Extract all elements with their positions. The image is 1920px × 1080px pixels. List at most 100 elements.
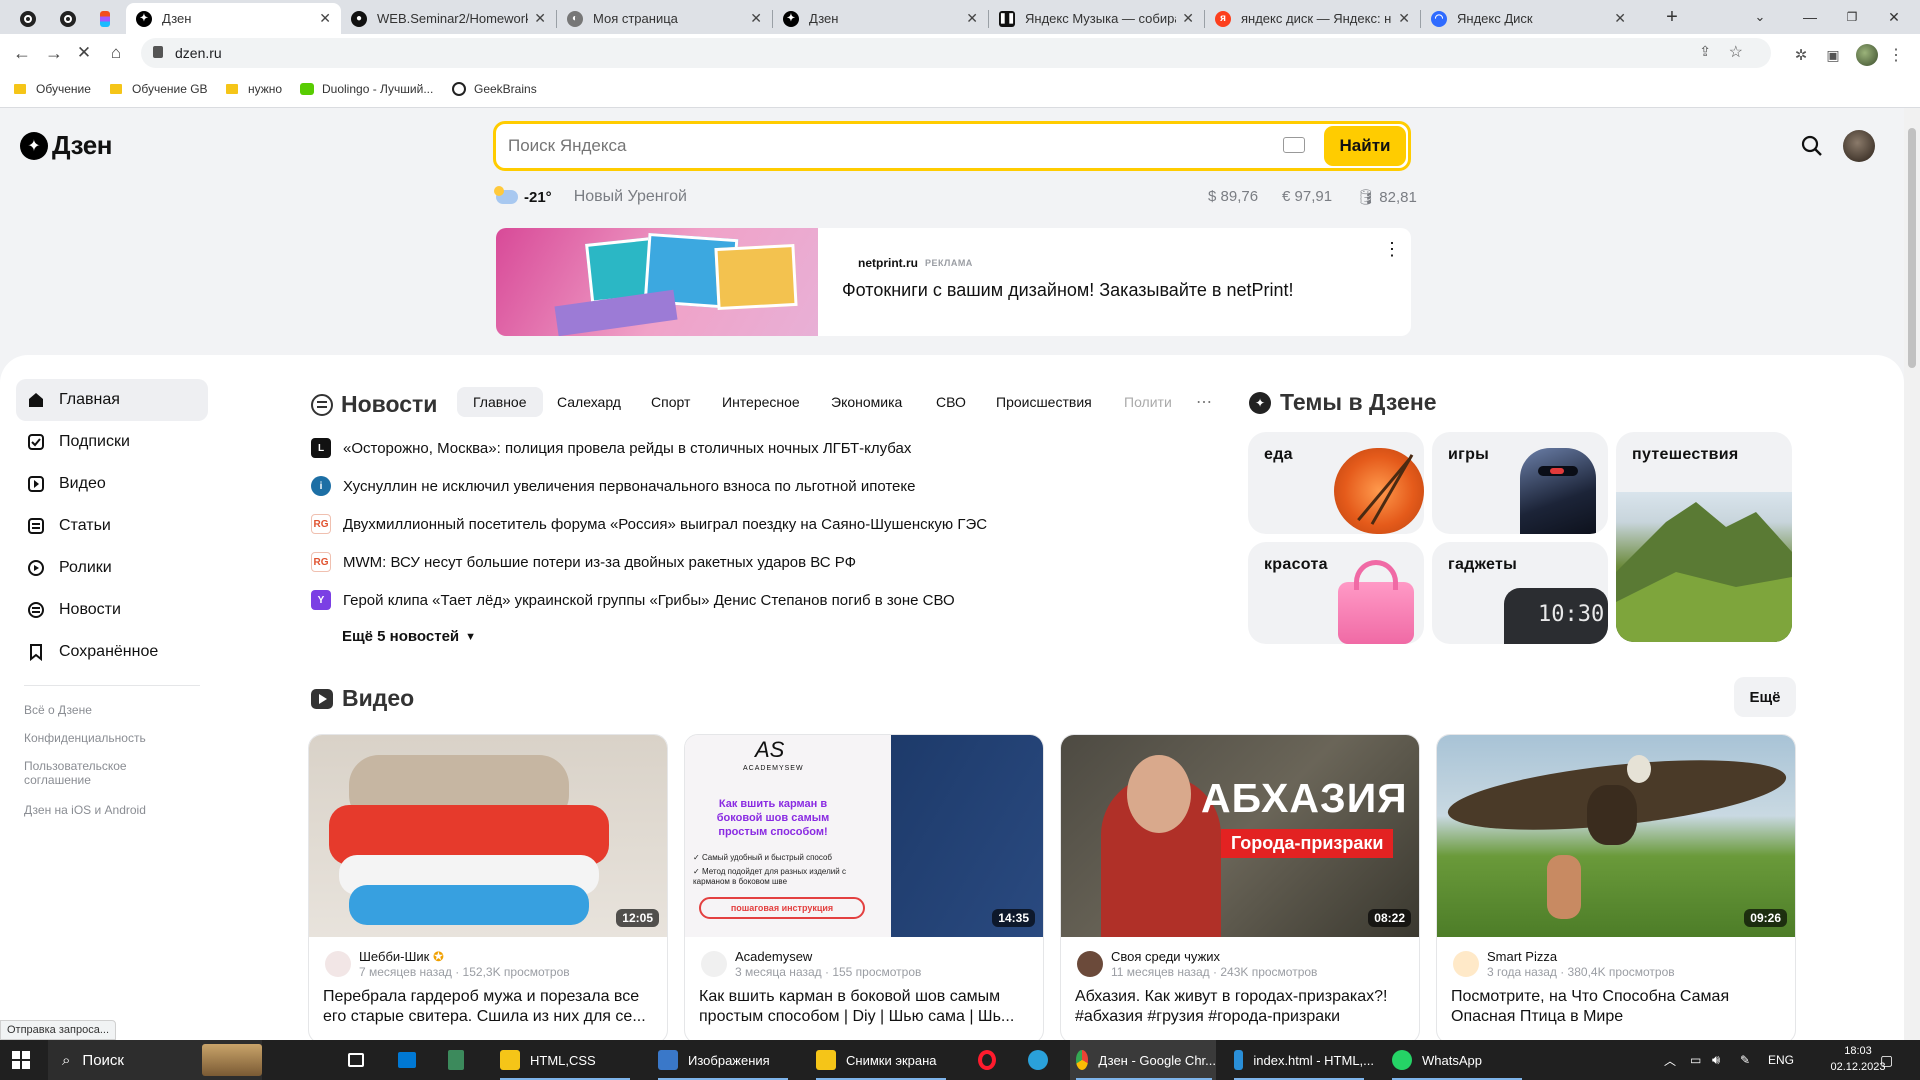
browser-tab-active[interactable]: ✦ Дзен ✕ xyxy=(126,3,341,34)
profile-avatar[interactable] xyxy=(1856,44,1878,66)
taskbar-app-images[interactable]: Изображения xyxy=(652,1040,798,1080)
topic-card-games[interactable]: игры xyxy=(1432,432,1608,534)
bookmark-item[interactable]: Duolingo - Лучший... xyxy=(300,82,433,96)
video-card[interactable]: 12:05 Шебби-Шик ✪ 7 месяцев назад · 152,… xyxy=(308,734,668,1044)
scrollbar-thumb[interactable] xyxy=(1908,128,1916,368)
browser-menu-icon[interactable]: ⋮ xyxy=(1886,44,1906,66)
back-arrow-icon[interactable]: ← xyxy=(10,42,34,64)
search-icon[interactable] xyxy=(1798,132,1826,160)
taskbar-app-chrome[interactable]: Дзен - Google Chr... xyxy=(1070,1040,1216,1080)
footer-link-privacy[interactable]: Конфиденциальность xyxy=(24,731,146,745)
news-item[interactable]: Y Герой клипа «Тает лёд» украинской груп… xyxy=(311,588,955,612)
footer-link-apps[interactable]: Дзен на iOS и Android xyxy=(24,803,146,817)
topic-card-gadgets[interactable]: гаджеты 10:30 xyxy=(1432,542,1608,644)
news-item[interactable]: RG MWM: ВСУ несут большие потери из-за д… xyxy=(311,550,856,574)
sidebar-item-video[interactable]: Видео xyxy=(16,463,208,505)
telegram-icon[interactable] xyxy=(1028,1040,1048,1080)
currency-rates[interactable]: $ 89,76 € 97,91 🛢 82,81 xyxy=(1208,188,1417,206)
weather-widget[interactable]: -21° Новый Уренгой xyxy=(494,186,687,206)
close-tab-icon[interactable]: ✕ xyxy=(534,10,546,27)
more-horizontal-icon[interactable]: ⋯ xyxy=(1192,390,1216,414)
taskbar-app-screenshots[interactable]: Снимки экрана xyxy=(810,1040,956,1080)
bookmark-item[interactable]: Обучение GB xyxy=(110,82,208,96)
topic-card-travel[interactable]: путешествия xyxy=(1616,432,1792,642)
footer-link-terms[interactable]: Пользовательское соглашение xyxy=(24,759,144,787)
forward-arrow-icon[interactable]: → xyxy=(42,42,66,64)
restore-window-button[interactable]: ❐ xyxy=(1832,5,1872,29)
ad-banner[interactable]: netprint.ru РЕКЛАМА Фотокниги с вашим ди… xyxy=(496,228,1411,336)
sidebar-item-articles[interactable]: Статьи xyxy=(16,505,208,547)
footer-link-about[interactable]: Всё о Дзене xyxy=(24,703,92,717)
store-icon[interactable] xyxy=(398,1040,416,1080)
taskbar-app-vscode[interactable]: index.html - HTML,... xyxy=(1228,1040,1374,1080)
news-header[interactable]: Новости xyxy=(311,391,437,418)
home-icon[interactable]: ⌂ xyxy=(104,42,128,64)
video-card[interactable]: AS ACADEMYSEW Как вшить карман в боковой… xyxy=(684,734,1044,1044)
video-section-header[interactable]: Видео xyxy=(311,685,414,712)
close-tab-icon[interactable]: ✕ xyxy=(750,10,762,27)
close-window-button[interactable]: ✕ xyxy=(1874,5,1914,29)
keyboard-icon[interactable] xyxy=(1283,137,1305,153)
pen-icon[interactable]: ✎ xyxy=(1740,1040,1750,1080)
page-scrollbar[interactable] xyxy=(1904,108,1920,1040)
browser-tab-pinned-3[interactable] xyxy=(90,3,126,34)
task-view-icon[interactable] xyxy=(348,1040,364,1080)
videos-more-button[interactable]: Ещё xyxy=(1734,677,1796,717)
browser-tab[interactable]: ◠ Яндекс Диск ✕ xyxy=(1421,3,1636,34)
browser-tab[interactable]: ❚❚ Яндекс Музыка — собирае ✕ xyxy=(989,3,1204,34)
language-indicator[interactable]: ENG xyxy=(1768,1040,1794,1080)
volume-icon[interactable]: 🔊︎ xyxy=(1712,1040,1720,1080)
bookmark-item[interactable]: GeekBrains xyxy=(452,82,537,96)
news-more-button[interactable]: Ещё 5 новостей ▼ xyxy=(342,628,476,645)
sidebar-item-subscriptions[interactable]: Подписки xyxy=(16,421,208,463)
news-tab-sport[interactable]: Спорт xyxy=(635,387,706,417)
search-input[interactable] xyxy=(508,133,1288,159)
calculator-icon[interactable] xyxy=(448,1040,464,1080)
tray-chevron-up-icon[interactable]: ︿ xyxy=(1664,1040,1676,1080)
dzen-logo[interactable]: ✦ Дзен xyxy=(20,130,112,161)
bookmark-item[interactable]: нужно xyxy=(226,82,282,96)
more-vertical-icon[interactable]: ⋮ xyxy=(1383,238,1401,260)
close-tab-icon[interactable]: ✕ xyxy=(1614,10,1626,27)
browser-tab[interactable]: ✦ Дзен ✕ xyxy=(773,3,988,34)
news-tab-interesting[interactable]: Интересное xyxy=(706,387,816,417)
side-panel-icon[interactable]: ▣ xyxy=(1822,44,1844,66)
close-tab-icon[interactable]: ✕ xyxy=(1182,10,1194,27)
taskbar-app-whatsapp[interactable]: WhatsApp xyxy=(1386,1040,1532,1080)
notification-icon[interactable]: ▢ xyxy=(1880,1040,1893,1080)
browser-tab[interactable]: я яндекс диск — Яндекс: наш ✕ xyxy=(1205,3,1420,34)
browser-tab[interactable]: ● WEB.Seminar2/Homework2 ✕ xyxy=(341,3,556,34)
extensions-puzzle-icon[interactable]: ✲ xyxy=(1790,44,1812,66)
news-tab-politics[interactable]: Полити xyxy=(1108,387,1178,417)
share-icon[interactable]: ⇪ xyxy=(1699,43,1711,60)
minimize-window-button[interactable]: — xyxy=(1790,5,1830,29)
browser-tab-pinned-1[interactable] xyxy=(10,3,50,34)
bookmark-item[interactable]: Обучение xyxy=(14,82,91,96)
news-item[interactable]: RG Двухмиллионный посетитель форума «Рос… xyxy=(311,512,987,536)
close-tab-icon[interactable]: ✕ xyxy=(1398,10,1410,27)
browser-tab[interactable]: ◐ Моя страница ✕ xyxy=(557,3,772,34)
video-card[interactable]: 09:26 Smart Pizza 3 года назад · 380,4K … xyxy=(1436,734,1796,1044)
news-item[interactable]: L «Осторожно, Москва»: полиция провела р… xyxy=(311,436,911,460)
search-button[interactable]: Найти xyxy=(1324,126,1406,166)
news-tab-economy[interactable]: Экономика xyxy=(815,387,918,417)
taskbar-search[interactable]: ⌕ Поиск xyxy=(48,1040,262,1080)
bookmark-star-icon[interactable]: ☆ xyxy=(1729,42,1743,62)
close-tab-icon[interactable]: ✕ xyxy=(966,10,978,27)
address-bar[interactable]: dzen.ru ⇪ ☆ xyxy=(141,38,1771,68)
taskbar-app-folder[interactable]: HTML,CSS xyxy=(494,1040,640,1080)
sidebar-item-news[interactable]: Новости xyxy=(16,589,208,631)
opera-icon[interactable] xyxy=(978,1040,996,1080)
news-tab-salekhard[interactable]: Салехард xyxy=(541,387,637,417)
stop-loading-icon[interactable]: ✕ xyxy=(72,42,96,64)
sidebar-item-shorts[interactable]: Ролики xyxy=(16,547,208,589)
browser-tab-pinned-2[interactable] xyxy=(50,3,90,34)
video-card[interactable]: АБХАЗИЯ Города-призраки 08:22 Своя среди… xyxy=(1060,734,1420,1044)
news-item[interactable]: i Хуснуллин не исключил увеличения перво… xyxy=(311,474,915,498)
start-button[interactable] xyxy=(12,1040,30,1080)
sidebar-item-home[interactable]: Главная xyxy=(16,379,208,421)
topic-card-food[interactable]: еда xyxy=(1248,432,1424,534)
news-tab-svo[interactable]: СВО xyxy=(920,387,982,417)
topic-card-beauty[interactable]: красота xyxy=(1248,542,1424,644)
network-icon[interactable]: ▭ xyxy=(1690,1040,1701,1080)
